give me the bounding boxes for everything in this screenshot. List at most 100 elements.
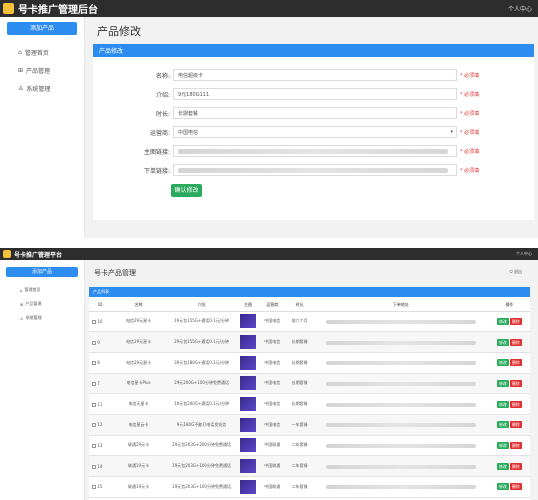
name-cell: 电信29元星卡 — [111, 331, 166, 353]
power-icon: ⏻ — [509, 269, 513, 274]
name-cell: 联通29元卡 — [111, 435, 166, 457]
user-menu[interactable]: 个人中心 — [516, 251, 532, 257]
row-checkbox[interactable] — [92, 443, 96, 448]
duration-cell: 一年套餐 — [286, 414, 314, 436]
name-required-hint: * 必须填 — [460, 72, 480, 79]
column-header: ID — [89, 299, 112, 312]
edit-button[interactable]: 修改 — [496, 441, 509, 449]
id-cell: 15 — [89, 476, 112, 498]
delete-button[interactable]: 删除 — [509, 359, 522, 367]
name-cell: 电信星卡Plus — [111, 373, 166, 395]
edit-button[interactable]: 修改 — [496, 462, 509, 470]
delete-button[interactable]: 删除 — [509, 462, 522, 470]
delete-button[interactable]: 删除 — [509, 441, 522, 449]
intro-label: 介绍: — [155, 91, 170, 99]
user-menu[interactable]: 个人中心 — [508, 4, 532, 13]
edit-button[interactable]: 修改 — [496, 421, 509, 429]
image-cell — [237, 414, 259, 436]
row-checkbox[interactable] — [92, 381, 96, 386]
row-id: 12 — [97, 422, 103, 428]
row-checkbox[interactable] — [92, 485, 96, 490]
sidebar-item-products[interactable]: ⊞ 产品管理 — [20, 299, 78, 309]
delete-button[interactable]: 删除 — [509, 317, 522, 325]
blurred-link — [325, 319, 476, 324]
blurred-link — [325, 485, 476, 490]
edit-button[interactable]: 修改 — [496, 359, 509, 367]
edit-button[interactable]: 修改 — [496, 483, 509, 491]
main-image-link-input[interactable] — [173, 145, 457, 157]
product-edit-screen: 号卡推广管理后台 个人中心 添加产品 ⌂ 管理首页 ⊞ 产品管理 ♙ 系统管理 产品修… — [0, 0, 538, 238]
actions-cell: 修改 删除 — [488, 311, 530, 333]
main-image-link-required-hint: * 必须填 — [460, 148, 480, 155]
sidebar-item-products[interactable]: ⊞ 产品管理 — [18, 63, 77, 77]
intro-cell: 19元包155G+通话0.1元/分钟 — [165, 311, 238, 333]
product-image — [240, 438, 257, 453]
edit-button[interactable]: 修改 — [496, 400, 509, 408]
table-row: 12 电信星云卡 9元180G不能打电话发短信 中国电信 一年套餐 修改 删除 — [89, 414, 530, 436]
main-content: 号卡产品管理 ⏻ 退出 产品列表 ID 名称 介绍 主图 运营商 时长 下单地址 — [85, 260, 538, 500]
name-cell: 电信29元星卡 — [111, 352, 166, 374]
row-id: 15 — [97, 484, 103, 490]
sidebar-item-home[interactable]: ⌂ 管理首页 — [18, 45, 77, 59]
row-checkbox[interactable] — [92, 423, 96, 428]
duration-input[interactable]: 长期套餐 — [173, 107, 457, 119]
chevron-down-icon: ▾ — [450, 129, 453, 135]
name-input[interactable]: 电信超级卡 — [173, 69, 457, 81]
sidebar-item-system[interactable]: ♙ 系统管理 — [20, 313, 78, 323]
order-url-cell — [313, 435, 489, 457]
image-cell — [237, 435, 259, 457]
edit-button[interactable]: 修改 — [496, 317, 509, 325]
carrier-cell: 中国联通 — [258, 476, 287, 498]
edit-button[interactable]: 修改 — [496, 338, 509, 346]
blurred-link — [178, 167, 448, 173]
row-checkbox[interactable] — [92, 319, 96, 324]
logout-link[interactable]: ⏻ 退出 — [510, 269, 522, 275]
order-link-input[interactable] — [173, 164, 457, 176]
name-cell: 电信29元星卡 — [111, 311, 166, 333]
sidebar-item-home[interactable]: ⌂ 管理首页 — [20, 285, 78, 295]
id-cell: 9 — [89, 331, 112, 353]
row-checkbox[interactable] — [92, 340, 96, 345]
blurred-link — [325, 361, 476, 366]
duration-cell: 二年套餐 — [286, 455, 314, 477]
actions-cell: 修改 删除 — [488, 373, 530, 395]
intro-input[interactable]: 9元180G111 — [173, 88, 457, 100]
image-cell — [237, 393, 259, 415]
main-image-link-row: 主图链接: * 必须填 — [93, 145, 479, 157]
row-checkbox[interactable] — [92, 464, 96, 469]
actions-cell: 修改 删除 — [488, 435, 530, 457]
intro-cell: 39元包180G+通话0.1元/分钟 — [165, 352, 238, 374]
intro-cell: 19元包200G+通话0.1元/分钟 — [165, 393, 238, 415]
product-image — [240, 314, 257, 329]
table-row: 9 电信29元星卡 29元包155G+通话0.1元/分钟 中国电信 长期套餐 修… — [89, 331, 530, 353]
app-title: 号卡推广管理后台 — [18, 5, 98, 16]
order-url-cell — [313, 352, 489, 374]
delete-button[interactable]: 删除 — [509, 379, 522, 387]
product-image — [240, 479, 257, 494]
duration-row: 时长: 长期套餐 * 必须填 — [93, 107, 479, 119]
blurred-link — [325, 464, 476, 469]
add-product-button[interactable]: 添加产品 — [7, 22, 77, 35]
carrier-cell: 中国电信 — [258, 373, 287, 395]
row-checkbox[interactable] — [92, 361, 96, 366]
id-cell: 7 — [89, 373, 112, 395]
row-checkbox[interactable] — [92, 402, 96, 407]
add-product-button[interactable]: 添加产品 — [6, 267, 78, 277]
edit-button[interactable]: 修改 — [496, 379, 509, 387]
delete-button[interactable]: 删除 — [509, 400, 522, 408]
intro-required-hint: * 必须填 — [460, 91, 480, 98]
blurred-link — [325, 423, 476, 428]
id-cell: 8 — [89, 352, 112, 374]
carrier-cell: 中国联通 — [258, 435, 287, 457]
delete-button[interactable]: 删除 — [509, 338, 522, 346]
row-id: 9 — [97, 339, 100, 345]
delete-button[interactable]: 删除 — [509, 421, 522, 429]
carrier-select[interactable]: 中国电信 ▾ — [173, 126, 457, 138]
column-header: 下单地址 — [313, 299, 489, 312]
confirm-edit-button[interactable]: 确认修改 — [171, 184, 202, 197]
sidebar-item-system[interactable]: ♙ 系统管理 — [18, 81, 77, 95]
table-row: 11 电信天星卡 19元包200G+通话0.1元/分钟 中国电信 长期套餐 修改… — [89, 393, 530, 415]
name-row: 名称: 电信超级卡 * 必须填 — [93, 69, 479, 81]
delete-button[interactable]: 删除 — [509, 483, 522, 491]
main-content: 产品修改 产品修改 名称: 电信超级卡 * 必须填 介绍: 9元180G111 … — [85, 17, 538, 238]
